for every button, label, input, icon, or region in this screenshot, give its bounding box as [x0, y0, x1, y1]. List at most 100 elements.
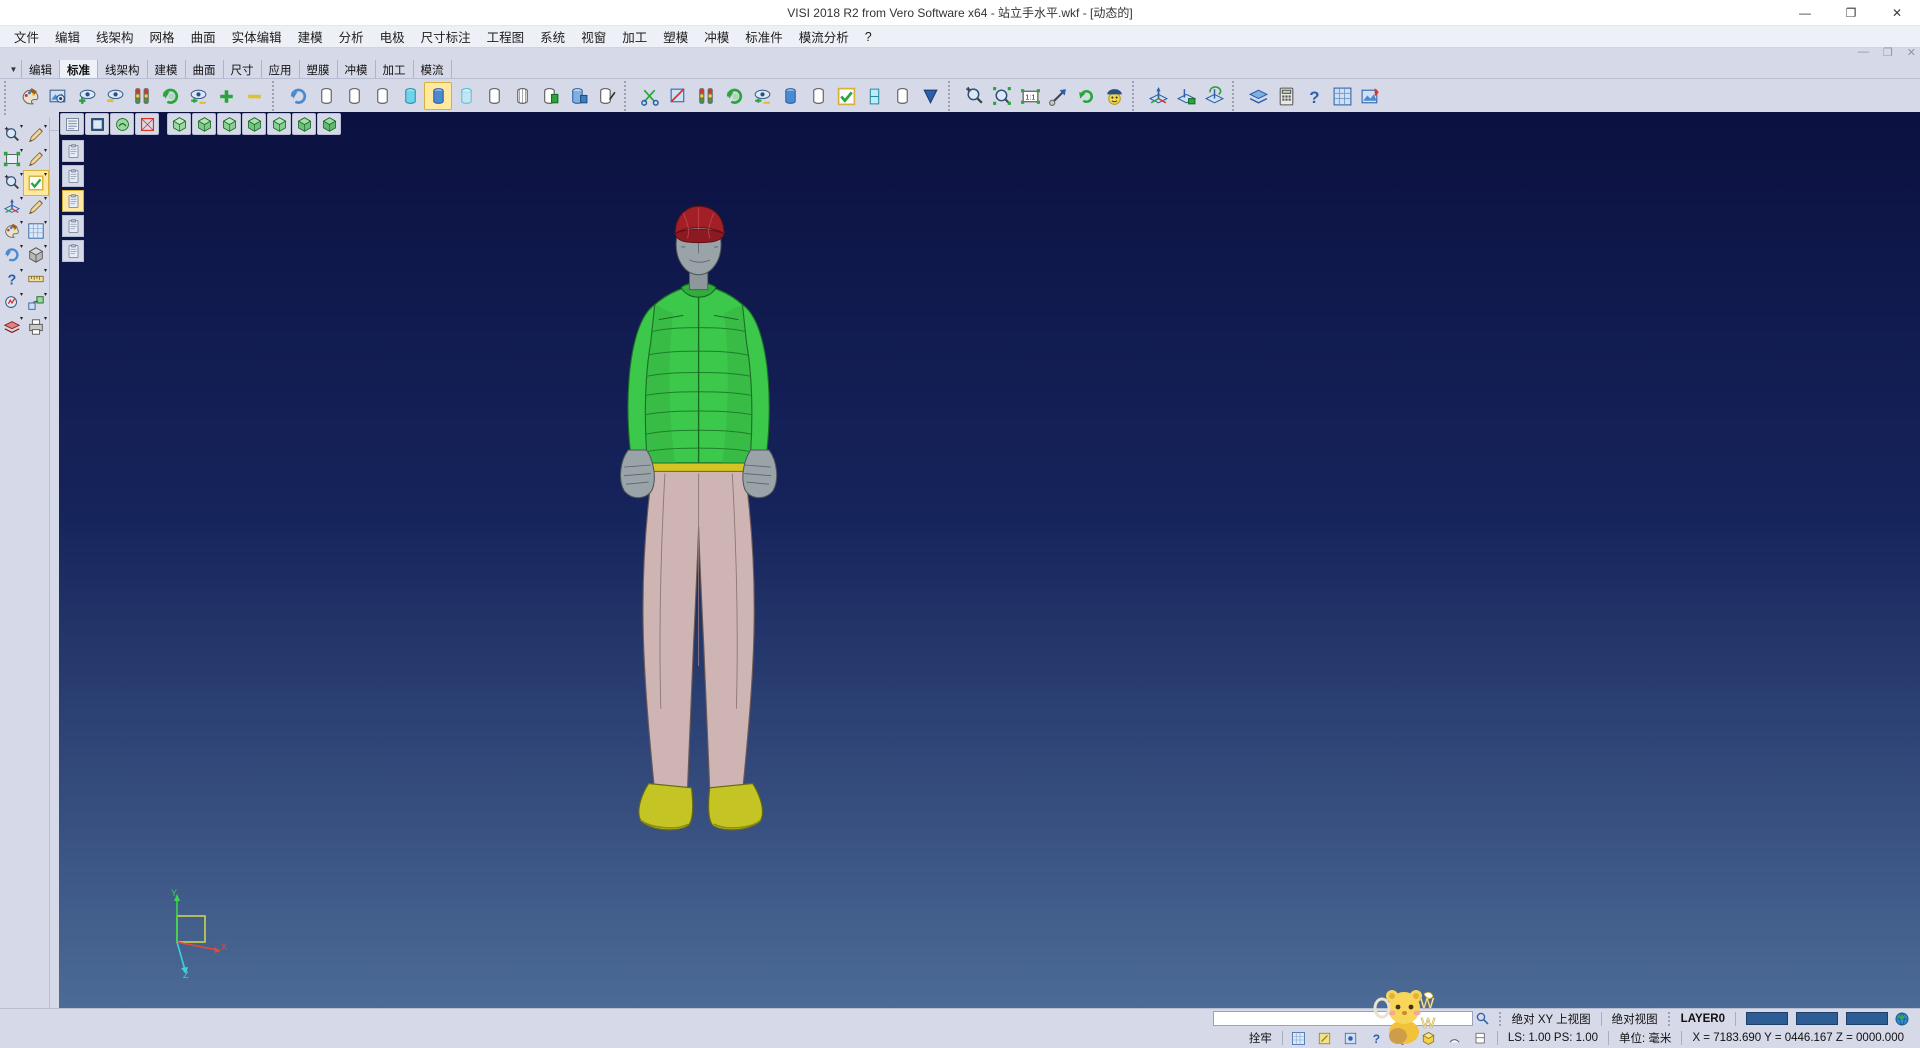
- shade-hidden-icon[interactable]: [340, 82, 368, 110]
- menu-analysis[interactable]: 分析: [331, 25, 372, 48]
- swap-icon[interactable]: [748, 82, 776, 110]
- minimize-button[interactable]: —: [1782, 0, 1828, 26]
- shade-outline-icon[interactable]: [480, 82, 508, 110]
- attributes-icon[interactable]: [16, 82, 44, 110]
- zoom-plus-icon[interactable]: ▾: [0, 171, 24, 195]
- menu-mesh[interactable]: 网格: [142, 25, 183, 48]
- shade-flat-icon[interactable]: [396, 82, 424, 110]
- print-icon[interactable]: ▾: [24, 315, 48, 339]
- ribbon-tab-0[interactable]: 编辑: [22, 60, 60, 78]
- zoom-all-icon[interactable]: [988, 82, 1016, 110]
- workplane-rotate-icon[interactable]: [1200, 82, 1228, 110]
- view-iso5-icon[interactable]: [267, 113, 291, 135]
- toolbar-grip[interactable]: [272, 81, 275, 115]
- view-iso6-icon[interactable]: [292, 113, 316, 135]
- settings-icon[interactable]: [1328, 82, 1356, 110]
- arrow-down-icon[interactable]: [916, 82, 944, 110]
- traffic-light-icon[interactable]: [128, 82, 156, 110]
- workplane-tool-icon[interactable]: ▾: [0, 195, 24, 219]
- redraw-icon[interactable]: [284, 82, 312, 110]
- ribbon-tab-3[interactable]: 建模: [148, 60, 186, 78]
- mdi-minimize-button[interactable]: —: [1858, 46, 1869, 59]
- shade-quality-icon[interactable]: [564, 82, 592, 110]
- menu-window[interactable]: 视窗: [573, 25, 614, 48]
- snap-point-icon[interactable]: [1315, 1029, 1335, 1047]
- mdi-maximize-button[interactable]: ❐: [1883, 46, 1893, 59]
- pan-icon[interactable]: [1044, 82, 1072, 110]
- zoom-in-icon[interactable]: [960, 82, 988, 110]
- menu-help[interactable]: ?: [857, 28, 880, 46]
- shade-transparent-icon[interactable]: [452, 82, 480, 110]
- view-iso3-icon[interactable]: [217, 113, 241, 135]
- show-all-icon[interactable]: [212, 82, 240, 110]
- toolbar-grip[interactable]: [1232, 81, 1235, 115]
- attributes-tool-icon[interactable]: ▾: [0, 219, 24, 243]
- menu-standard-parts[interactable]: 标准件: [737, 25, 791, 48]
- magnifier-icon[interactable]: [1473, 1010, 1493, 1028]
- help-tool-icon[interactable]: ?▾: [0, 267, 24, 291]
- menu-drafting[interactable]: 工程图: [479, 25, 533, 48]
- view-iso1-icon[interactable]: [167, 113, 191, 135]
- toolbar-grip[interactable]: [948, 81, 951, 115]
- render-icon[interactable]: [720, 82, 748, 110]
- pick-filter-icon[interactable]: [44, 82, 72, 110]
- draw-line-icon[interactable]: ▾: [24, 123, 48, 147]
- tab-dropdown-button[interactable]: ▼: [6, 60, 22, 78]
- close-button[interactable]: ✕: [1874, 0, 1920, 26]
- hide-all-icon[interactable]: [240, 82, 268, 110]
- toolbar-grip[interactable]: [1132, 81, 1135, 115]
- solid-icon[interactable]: ▾: [24, 243, 48, 267]
- view-iso7-icon[interactable]: [317, 113, 341, 135]
- ribbon-tab-1[interactable]: 标准: [60, 60, 98, 78]
- traffic-light2-icon[interactable]: [692, 82, 720, 110]
- menu-flow[interactable]: 模流分析: [791, 25, 857, 48]
- maximize-button[interactable]: ❐: [1828, 0, 1874, 26]
- menu-dimension[interactable]: 尺寸标注: [413, 25, 479, 48]
- ribbon-tab-7[interactable]: 塑膜: [300, 60, 338, 78]
- view-render-icon[interactable]: [110, 113, 134, 135]
- menu-modeling[interactable]: 建模: [290, 25, 331, 48]
- toolbar-grip[interactable]: [624, 81, 627, 115]
- ribbon-tab-4[interactable]: 曲面: [186, 60, 224, 78]
- ribbon-tab-10[interactable]: 模流: [414, 60, 452, 78]
- dynamic-section-icon[interactable]: [664, 82, 692, 110]
- ribbon-tab-9[interactable]: 加工: [376, 60, 414, 78]
- ribbon-tab-2[interactable]: 线架构: [98, 60, 148, 78]
- clipboard-1-icon[interactable]: [62, 140, 84, 162]
- mdi-close-button[interactable]: ✕: [1907, 46, 1916, 59]
- measure-icon[interactable]: ▾: [24, 267, 48, 291]
- snap-grid-icon[interactable]: [1289, 1029, 1309, 1047]
- toolbar-grip[interactable]: [4, 81, 7, 115]
- transform-icon[interactable]: ▾: [24, 291, 48, 315]
- menu-wireframe[interactable]: 线架构: [88, 25, 142, 48]
- menu-file[interactable]: 文件: [6, 25, 47, 48]
- swap-visibility-icon[interactable]: [184, 82, 212, 110]
- dynamic-view-icon[interactable]: [1100, 82, 1128, 110]
- menu-mould[interactable]: 塑模: [655, 25, 696, 48]
- cyl-c-icon[interactable]: [888, 82, 916, 110]
- ribbon-tab-5[interactable]: 尺寸: [224, 60, 262, 78]
- snap-mid-icon[interactable]: [1341, 1029, 1361, 1047]
- workplane-origin-icon[interactable]: [1144, 82, 1172, 110]
- cyl-a-icon[interactable]: [776, 82, 804, 110]
- hide-entity-icon[interactable]: [100, 82, 128, 110]
- clip-icon[interactable]: [860, 82, 888, 110]
- 3d-viewport[interactable]: Y X Z: [59, 112, 1920, 1008]
- view-shade-icon[interactable]: [85, 113, 109, 135]
- shade-smooth-icon[interactable]: [424, 82, 452, 110]
- analysis-tool-icon[interactable]: ▾: [0, 291, 24, 315]
- ribbon-tab-8[interactable]: 冲模: [338, 60, 376, 78]
- clipboard-5-icon[interactable]: [62, 240, 84, 262]
- export-icon[interactable]: [1356, 82, 1384, 110]
- menu-progress[interactable]: 冲模: [696, 25, 737, 48]
- layer-tool-icon[interactable]: ▾: [0, 315, 24, 339]
- color-chip-1[interactable]: [1746, 1012, 1788, 1025]
- shade-mesh-icon[interactable]: [508, 82, 536, 110]
- shade-settings-icon[interactable]: [592, 82, 620, 110]
- modify-icon[interactable]: ▾: [24, 195, 48, 219]
- view-iso2-icon[interactable]: [192, 113, 216, 135]
- cyl-b-icon[interactable]: [804, 82, 832, 110]
- color-chip-3[interactable]: [1846, 1012, 1888, 1025]
- globe-icon[interactable]: [1892, 1010, 1912, 1028]
- menu-surface[interactable]: 曲面: [183, 25, 224, 48]
